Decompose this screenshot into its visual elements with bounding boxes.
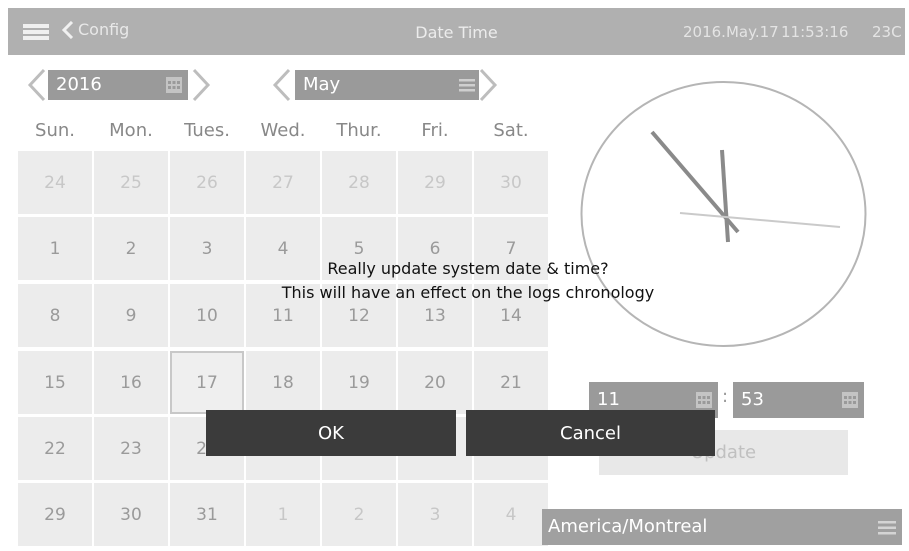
timezone-value: America/Montreal xyxy=(548,516,708,537)
dialog-cancel-button[interactable]: Cancel xyxy=(466,410,715,456)
calendar-day[interactable]: 18 xyxy=(246,351,320,414)
hour-value: 11 xyxy=(597,389,620,410)
calendar-day[interactable]: 30 xyxy=(474,151,548,214)
weekday-label: Fri. xyxy=(421,120,449,141)
calendar-grid-icon xyxy=(166,77,182,93)
weekday-label: Wed. xyxy=(260,120,306,141)
dialog-message-line-1: Really update system date & time? xyxy=(327,259,609,278)
calendar-day[interactable]: 1 xyxy=(246,483,320,546)
dialog-message-line-2: This will have an effect on the logs chr… xyxy=(281,283,655,302)
list-menu-icon xyxy=(459,79,475,92)
calendar-day[interactable]: 29 xyxy=(18,483,92,546)
keypad-icon xyxy=(842,392,858,408)
month-prev-arrow-icon[interactable] xyxy=(271,68,291,102)
year-value: 2016 xyxy=(56,74,102,95)
calendar-day[interactable]: 28 xyxy=(322,151,396,214)
calendar-day[interactable]: 22 xyxy=(18,417,92,480)
calendar-day[interactable]: 3 xyxy=(398,483,472,546)
calendar-day[interactable]: 1 xyxy=(18,217,92,280)
calendar-day[interactable]: 16 xyxy=(94,351,168,414)
calendar-day[interactable]: 31 xyxy=(170,483,244,546)
calendar-day[interactable]: 21 xyxy=(474,351,548,414)
calendar-day[interactable]: 15 xyxy=(18,351,92,414)
weekday-label: Tues. xyxy=(184,120,230,141)
calendar-day[interactable]: 27 xyxy=(246,151,320,214)
calendar-day[interactable]: 30 xyxy=(94,483,168,546)
header-bar: Config Date Time 2016.May.17 11:53:16 23… xyxy=(8,8,905,55)
calendar-day[interactable]: 17 xyxy=(170,351,244,414)
list-menu-icon xyxy=(878,521,896,535)
date-time-screen: Config Date Time 2016.May.17 11:53:16 23… xyxy=(8,8,905,547)
weekday-label: Thur. xyxy=(336,120,382,141)
calendar-day[interactable]: 8 xyxy=(18,284,92,347)
dialog-ok-button[interactable]: OK xyxy=(206,410,456,456)
status-date: 2016.May.17 xyxy=(683,23,779,41)
analog-clock xyxy=(580,81,867,347)
calendar-day[interactable]: 19 xyxy=(322,351,396,414)
calendar-day[interactable]: 2 xyxy=(322,483,396,546)
status-time: 11:53:16 xyxy=(781,23,849,41)
calendar-day[interactable]: 9 xyxy=(94,284,168,347)
calendar-day[interactable]: 23 xyxy=(94,417,168,480)
status-temperature: 23C xyxy=(872,23,902,41)
calendar-day[interactable]: 29 xyxy=(398,151,472,214)
weekday-label: Sat. xyxy=(493,120,529,141)
minute-input[interactable]: 53 xyxy=(733,382,864,418)
calendar-day[interactable]: 26 xyxy=(170,151,244,214)
weekday-label: Sun. xyxy=(35,120,75,141)
month-next-arrow-icon[interactable] xyxy=(479,68,499,102)
calendar-day[interactable]: 2 xyxy=(94,217,168,280)
month-value: May xyxy=(303,74,341,95)
year-select[interactable]: 2016 xyxy=(48,70,188,100)
keypad-icon xyxy=(696,392,712,408)
time-separator: : xyxy=(722,386,729,407)
calendar-day[interactable]: 20 xyxy=(398,351,472,414)
minute-value: 53 xyxy=(741,389,764,410)
month-select[interactable]: May xyxy=(295,70,479,100)
timezone-select[interactable]: America/Montreal xyxy=(542,509,902,545)
year-next-arrow-icon[interactable] xyxy=(192,68,212,102)
calendar-day[interactable]: 4 xyxy=(474,483,548,546)
weekday-label: Mon. xyxy=(109,120,153,141)
calendar-day[interactable]: 24 xyxy=(18,151,92,214)
calendar-day[interactable]: 25 xyxy=(94,151,168,214)
year-prev-arrow-icon[interactable] xyxy=(26,68,46,102)
